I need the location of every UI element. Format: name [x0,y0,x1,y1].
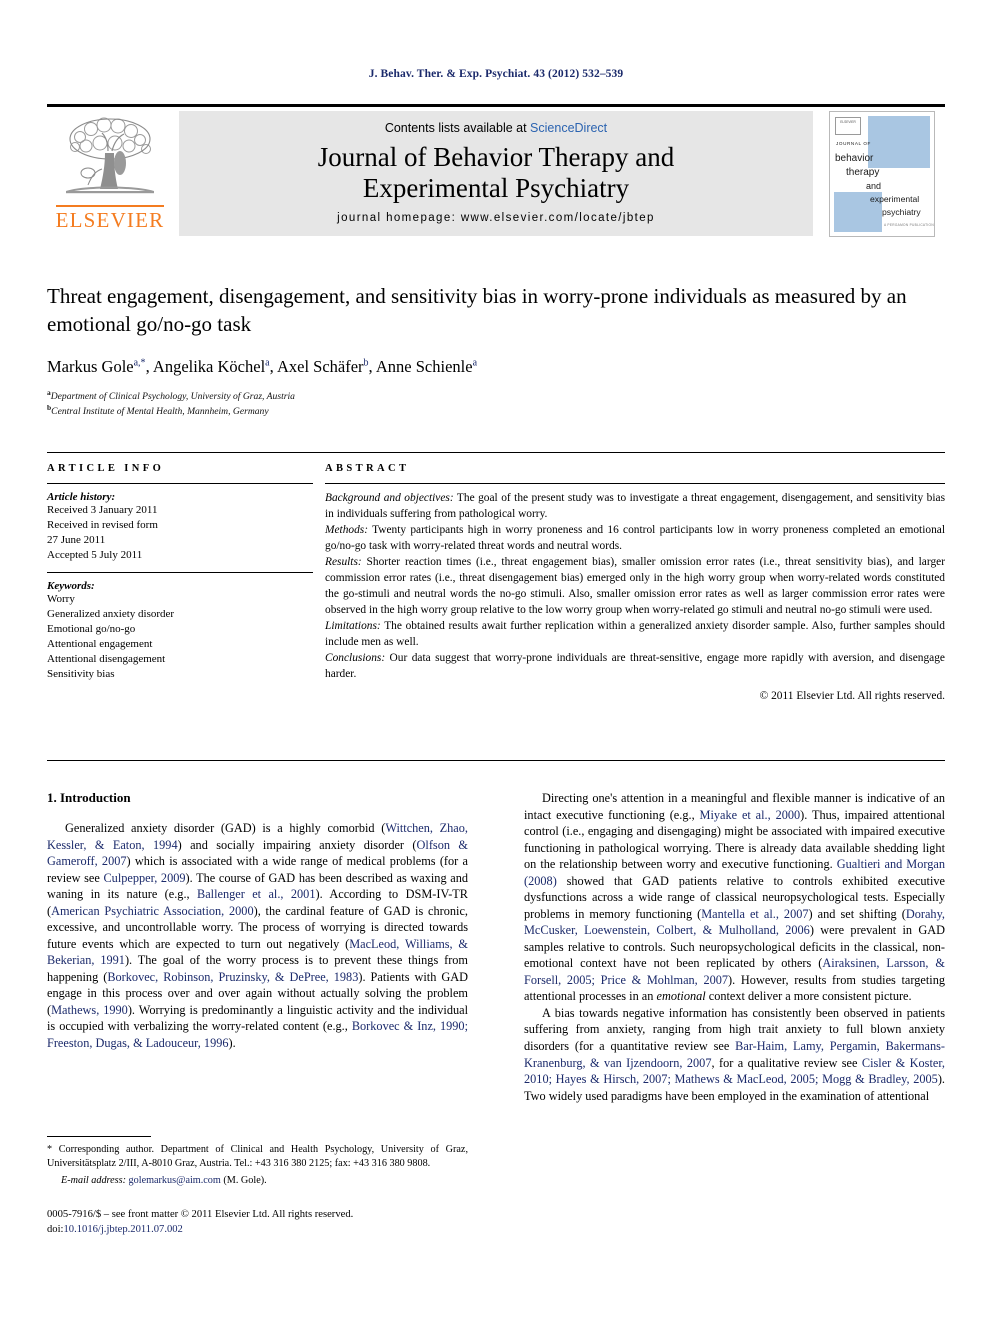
journal-title-line1: Journal of Behavior Therapy and [317,141,675,172]
keywords-rule [47,571,313,573]
doi-link[interactable]: 10.1016/j.jbtep.2011.07.002 [63,1224,182,1235]
doi-prefix: doi: [47,1224,64,1236]
email-label: E-mail address: [61,1175,126,1187]
abstract-body: Background and objectives: The goal of t… [325,491,945,683]
masthead-center-band: Contents lists available at ScienceDirec… [179,111,813,236]
abstract-section-label: Limitations: [325,619,381,632]
paper-page: J. Behav. Ther. & Exp. Psychiat. 43 (201… [0,0,992,1323]
abstract-column: ABSTRACT Background and objectives: The … [325,463,945,702]
issn-front-matter-line: 0005-7916/$ – see front matter © 2011 El… [47,1209,354,1220]
abstract-section: Limitations: The obtained results await … [325,620,945,648]
keyword-item: Generalized anxiety disorder [47,607,175,620]
history-line: Received in revised form [47,518,158,531]
keyword-item: Sensitivity bias [47,667,115,680]
abstract-rule [325,483,945,484]
abstract-section: Results: Shorter reaction times (i.e., t… [325,556,945,616]
abstract-section-label: Conclusions: [325,651,386,664]
elsevier-rule [56,205,164,207]
body-column-gutter [468,790,524,1260]
history-line: Accepted 5 July 2011 [47,548,143,561]
abstract-section-label: Methods: [325,523,369,536]
elsevier-wordmark: ELSEVIER [55,208,165,232]
journal-masthead: ELSEVIER Contents lists available at Sci… [47,104,945,240]
history-line: 27 June 2011 [47,533,106,546]
abstract-section: Conclusions: Our data suggest that worry… [325,652,945,680]
footnote-rule [47,1136,151,1137]
abstract-section-text: Our data suggest that worry-prone indivi… [325,651,945,680]
cover-line3: and [866,180,882,191]
paragraph: A bias towards negative information has … [524,1005,945,1103]
cover-footer: A PERGAMON PUBLICATION [884,222,934,227]
abstract-section: Background and objectives: The goal of t… [325,492,945,520]
article-history-label: Article history: [47,491,116,503]
keyword-item: Attentional disengagement [47,652,166,665]
journal-title-line2: Experimental Psychiatry [362,172,630,203]
journal-cover-thumbnail: ELSEVIER JOURNAL OF behavior therapy and… [819,107,945,240]
email-suffix: (M. Gole). [220,1175,267,1187]
doi-line: doi:10.1016/j.jbtep.2011.07.002 [47,1222,477,1237]
footnote-block: * Corresponding author. Department of Cl… [47,1136,468,1186]
abstract-section-label: Results: [325,555,362,568]
journal-homepage[interactable]: journal homepage: www.elsevier.com/locat… [337,212,655,224]
paragraph: Directing one's attention in a meaningfu… [524,791,946,1004]
elsevier-tree-icon [66,117,154,194]
affiliation-a: aDepartment of Clinical Psychology, Univ… [47,388,945,403]
journal-title: Journal of Behavior Therapy and Experime… [318,142,674,204]
paragraph: Generalized anxiety disorder (GAD) is a … [47,821,469,1050]
abstract-section-text: The obtained results await further repli… [325,619,945,648]
title-block: Threat engagement, disengagement, and se… [47,283,945,419]
article-info-rule [47,483,313,484]
affiliation-b: bCentral Institute of Mental Health, Man… [47,403,945,418]
affiliation-text-a: Department of Clinical Psychology, Unive… [50,391,295,403]
body-separator-rule [47,760,945,761]
email-link[interactable]: golemarkus@aim.com [129,1175,221,1186]
keyword-item: Attentional engagement [47,637,153,650]
colophon: 0005-7916/$ – see front matter © 2011 El… [47,1207,477,1238]
affiliation-text-b: Central Institute of Mental Health, Mann… [51,406,269,418]
sciencedirect-link[interactable]: ScienceDirect [530,121,607,135]
contents-lists-line: Contents lists available at ScienceDirec… [385,121,607,135]
abstract-section-text: Twenty participants high in worry pronen… [325,523,945,552]
abstract-section-label: Background and objectives: [325,492,454,504]
keyword-item: Emotional go/no-go [47,622,136,635]
keyword-item: Worry [47,592,75,605]
author-list: Markus Golea,*, Angelika Köchela, Axel S… [47,356,478,376]
affiliations: aDepartment of Clinical Psychology, Univ… [47,388,945,419]
corresponding-author-note: * Corresponding author. Department of Cl… [47,1144,468,1169]
cover-blue-block-top [868,115,930,168]
cover-artwork: ELSEVIER JOURNAL OF behavior therapy and… [829,110,935,237]
page-title: Threat engagement, disengagement, and se… [47,284,907,336]
body-column-right: Directing one's attention in a meaningfu… [524,790,945,1260]
cover-line1: behavior [835,152,874,164]
article-info-column: ARTICLE INFO Article history: Received 3… [47,463,313,702]
cover-line2: therapy [846,166,880,178]
info-abstract-region: ARTICLE INFO Article history: Received 3… [47,452,945,702]
article-info-heading: ARTICLE INFO [47,463,165,474]
cover-line4: experimental [870,193,920,204]
elsevier-logo: ELSEVIER [47,107,173,240]
section-heading-introduction: 1. Introduction [47,790,131,805]
abstract-heading: ABSTRACT [325,463,410,474]
cover-publisher-mark: ELSEVIER [835,116,861,135]
history-line: Received 3 January 2011 [47,504,158,516]
cover-line5: psychiatry [882,206,921,217]
abstract-section-text: Shorter reaction times (i.e., threat eng… [325,555,945,616]
column-gap [313,463,325,702]
abstract-section: Methods: Twenty participants high in wor… [325,524,945,552]
email-note: E-mail address: golemarkus@aim.com (M. G… [47,1175,468,1186]
abstract-copyright: © 2011 Elsevier Ltd. All rights reserved… [759,689,945,702]
contents-prefix: Contents lists available at [384,120,531,135]
body-column-left: 1. Introduction Generalized anxiety diso… [47,790,468,1260]
running-head: J. Behav. Ther. & Exp. Psychiat. 43 (201… [368,68,624,80]
cover-kicker: JOURNAL OF [836,140,871,146]
keywords-label: Keywords: [47,579,95,592]
body-columns: 1. Introduction Generalized anxiety diso… [47,790,945,1260]
